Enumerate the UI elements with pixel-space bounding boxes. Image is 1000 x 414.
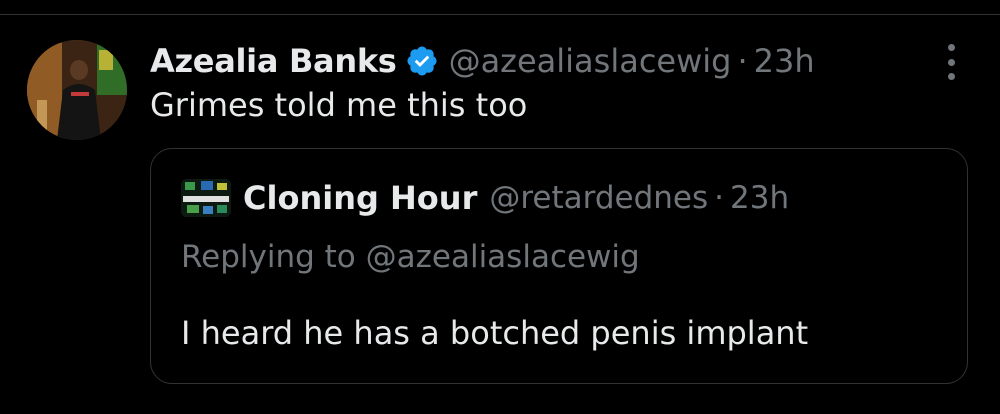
quote-timestamp[interactable]: 23h xyxy=(730,180,789,216)
replying-to-text: Replying to @azealiaslacewig xyxy=(181,239,640,275)
author-handle[interactable]: @azealiaslacewig xyxy=(449,42,732,80)
avatar[interactable] xyxy=(27,40,127,140)
profile-photo-icon xyxy=(181,179,231,217)
tweet-text: Grimes told me this too xyxy=(150,86,528,124)
quote-header: Cloning Hour @retardednes · 23h xyxy=(181,179,789,217)
more-vertical-icon[interactable] xyxy=(942,44,960,80)
separator-dot: · xyxy=(737,42,748,80)
quote-author-handle[interactable]: @retardednes xyxy=(489,180,708,216)
author-name[interactable]: Azealia Banks xyxy=(150,42,397,80)
tweet-header: Azealia Banks @azealiaslacewig · 23h xyxy=(150,36,815,86)
timestamp[interactable]: 23h xyxy=(754,42,815,80)
top-divider xyxy=(0,14,1000,15)
profile-photo-icon xyxy=(27,40,127,140)
quote-tweet-card[interactable]: Cloning Hour @retardednes · 23h Replying… xyxy=(150,148,968,384)
quote-tweet-text: I heard he has a botched penis implant xyxy=(181,314,809,352)
separator-dot: · xyxy=(714,180,724,216)
quote-author-name[interactable]: Cloning Hour xyxy=(243,179,477,217)
quote-avatar xyxy=(181,179,231,217)
verified-badge-icon xyxy=(405,44,439,78)
